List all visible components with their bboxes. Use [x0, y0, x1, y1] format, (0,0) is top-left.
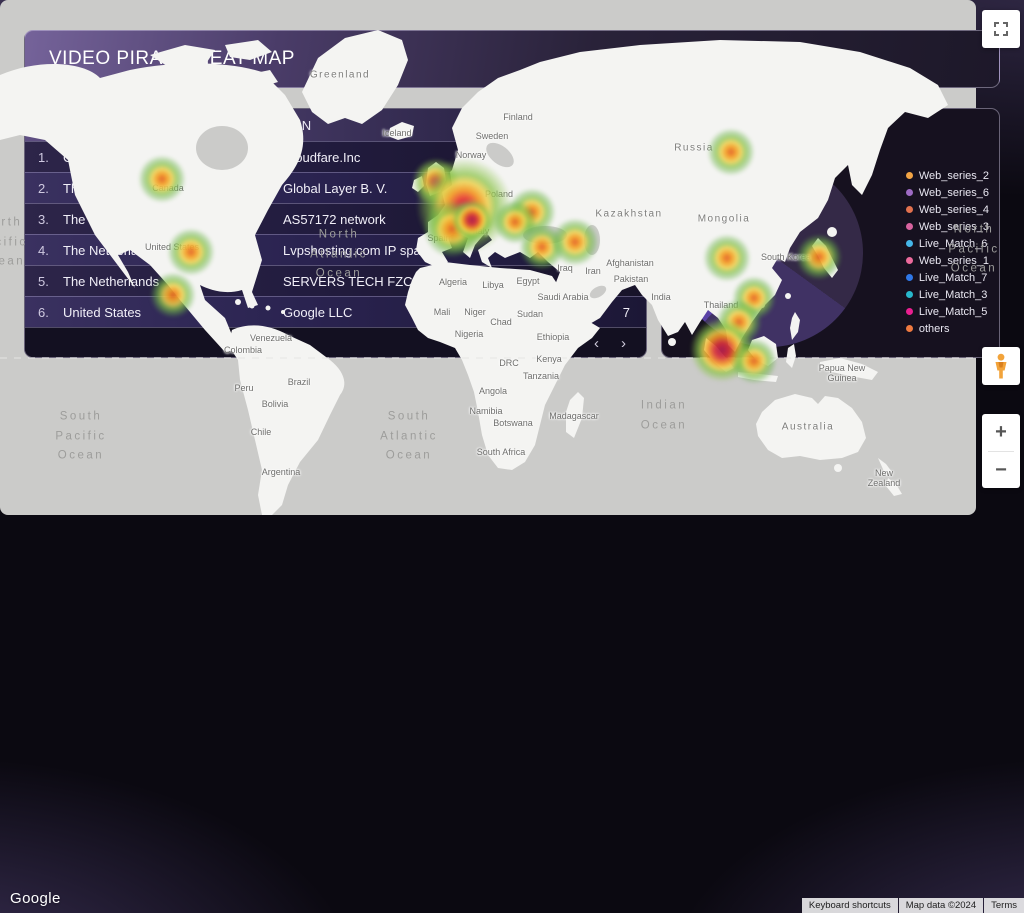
world-landmass: [0, 0, 976, 515]
map-card: GreenlandIcelandFinlandSwedenNorwayPolan…: [0, 0, 976, 515]
map-canvas[interactable]: GreenlandIcelandFinlandSwedenNorwayPolan…: [0, 0, 976, 515]
